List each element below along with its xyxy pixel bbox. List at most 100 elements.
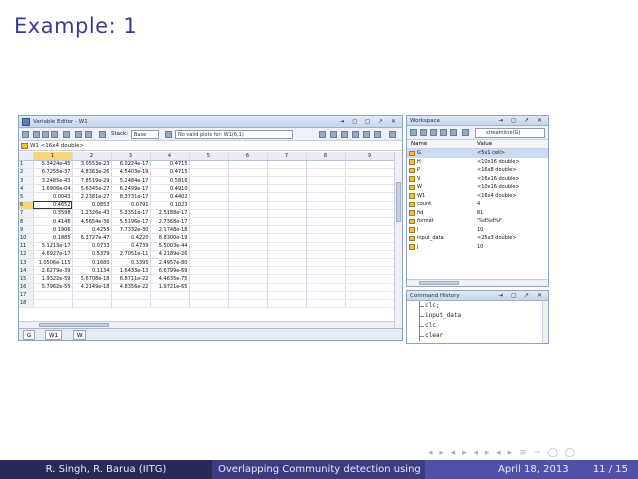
grid-cell[interactable] (189, 299, 229, 309)
grid-cell[interactable] (306, 168, 346, 178)
grid-cell[interactable] (267, 283, 307, 292)
grid-cell[interactable] (228, 274, 268, 284)
row-header[interactable]: 10 (19, 233, 34, 243)
vertical-scrollbar[interactable] (394, 152, 402, 330)
grid-cell[interactable]: 4.8356e-22 (111, 283, 151, 292)
grid-cell[interactable] (189, 192, 229, 202)
grid-cell[interactable] (306, 225, 346, 235)
grid-cell[interactable]: 0.3598 (33, 209, 73, 219)
grid-cell[interactable]: 5.5196e-17 (111, 217, 151, 227)
cut-icon[interactable] (33, 131, 40, 138)
grid-cell[interactable] (189, 258, 229, 268)
row-header[interactable]: 16 (19, 283, 34, 292)
grid-cell[interactable] (267, 242, 307, 251)
grid-cell[interactable] (189, 225, 229, 235)
grid-cell[interactable]: 0.0791 (111, 201, 151, 210)
grid-cell[interactable]: 0.1023 (150, 201, 190, 210)
grid-cell[interactable] (228, 258, 268, 268)
row-header[interactable]: 1 (19, 160, 34, 169)
grid-cell[interactable]: 4.5403e-19 (111, 168, 151, 178)
grid-cell[interactable] (228, 266, 268, 276)
new-variable-icon[interactable] (22, 131, 29, 138)
delete-icon[interactable] (75, 131, 82, 138)
grid-cell[interactable] (345, 266, 395, 276)
row-header[interactable]: 7 (19, 209, 34, 219)
grid-cell[interactable]: 0.5816 (150, 176, 190, 186)
grid-cell[interactable] (189, 274, 229, 284)
grid-cell[interactable]: 4.2149e-18 (72, 283, 112, 292)
grid-cell[interactable] (345, 209, 395, 219)
grid-cell[interactable] (267, 176, 307, 186)
row-header[interactable]: 9 (19, 225, 34, 235)
grid-cell[interactable]: 6.6799e-69 (150, 266, 190, 276)
grid-cell[interactable] (267, 274, 307, 284)
grid-cell[interactable]: 1.6433e-13 (111, 266, 151, 276)
grid-cell[interactable] (228, 201, 268, 210)
close-icon[interactable] (389, 131, 396, 138)
grid-cell[interactable]: 0.4715 (150, 160, 190, 169)
workspace-variable-row[interactable]: H <10x16 double> (407, 158, 548, 167)
workspace-variable-row[interactable]: P <16x8 double> (407, 166, 548, 175)
grid-cell[interactable]: 3.0553e-23 (72, 160, 112, 169)
grid-cell[interactable]: 6.3727e-47 (72, 233, 112, 243)
grid-cell[interactable] (306, 209, 346, 219)
grid-cell[interactable] (189, 242, 229, 251)
grid-cell[interactable] (150, 291, 190, 300)
scroll-thumb[interactable] (419, 281, 459, 285)
save-icon[interactable] (430, 129, 437, 136)
grid-cell[interactable] (228, 168, 268, 178)
row-header[interactable]: 2 (19, 168, 34, 178)
grid-cell[interactable]: 0.5379 (72, 250, 112, 259)
beamer-navigation[interactable]: ◂ ▸ ◂ ▸ ◂ ▸ ◂ ▸ ≡ ∽ ◯ ◯ (428, 448, 577, 458)
variable-grid[interactable]: 1 2 3 4 5 6 7 8 9 1 5.3424e-45 3.0553e-23 6.0224e-17… (19, 152, 402, 330)
grid-cell[interactable]: 2.4957e-80 (150, 258, 190, 268)
row-header[interactable]: 3 (19, 176, 34, 186)
window-control-buttons[interactable]: ⇥ ◻ ↗ ✕ (498, 291, 545, 301)
history-entry[interactable]: clc; (407, 301, 548, 311)
copy-icon[interactable] (42, 131, 49, 138)
grid-cell[interactable]: 8.8300e-19 (150, 233, 190, 243)
grid-cell[interactable] (228, 176, 268, 186)
edit-icon[interactable] (85, 131, 92, 138)
grid-cell[interactable] (267, 160, 307, 169)
column-header[interactable]: 8 (306, 152, 346, 161)
grid-cell[interactable]: 5.7962e-55 (33, 283, 73, 292)
delete-icon[interactable] (462, 129, 469, 136)
grid-cell[interactable]: 2.6279e-39 (33, 266, 73, 276)
workspace-variable-row[interactable]: W <10x16 double> (407, 183, 548, 192)
grid-cell[interactable] (33, 299, 73, 309)
grid-cell[interactable]: 5.3424e-45 (33, 160, 73, 169)
grid-cell[interactable] (306, 233, 346, 243)
grid-cell[interactable] (345, 201, 395, 210)
grid-cell[interactable]: 0.4739 (111, 242, 151, 251)
undock-icon[interactable] (374, 131, 381, 138)
column-header[interactable]: 6 (228, 152, 268, 161)
grid-cell[interactable] (189, 266, 229, 276)
grid-cell[interactable]: 6.0224e-17 (111, 160, 151, 169)
print-icon[interactable] (63, 131, 70, 138)
grid-cell[interactable]: 0.3395 (111, 258, 151, 268)
grid-cell[interactable] (228, 283, 268, 292)
grid-cell[interactable] (228, 242, 268, 251)
grid-cell[interactable] (228, 184, 268, 194)
grid-cell[interactable]: 1.9721e-65 (150, 283, 190, 292)
grid-cell[interactable] (189, 233, 229, 243)
grid-cell[interactable] (228, 299, 268, 309)
grid-cell[interactable] (306, 184, 346, 194)
column-header[interactable]: 1 (33, 152, 73, 161)
grid-cell[interactable] (228, 225, 268, 235)
column-header[interactable]: 9 (345, 152, 395, 161)
workspace-variable-row[interactable]: input_data <25x3 double> (407, 234, 548, 243)
plot-selector[interactable]: No valid plots for: W1(6,1) (175, 130, 293, 139)
grid-cell[interactable] (267, 250, 307, 259)
row-header[interactable]: 6 (19, 201, 34, 210)
column-header[interactable]: 3 (111, 152, 151, 161)
grid-cell[interactable]: 2.7368e-17 (150, 217, 190, 227)
grid-cell[interactable] (267, 233, 307, 243)
row-header[interactable]: 17 (19, 291, 34, 300)
column-header[interactable]: 2 (72, 152, 112, 161)
tile-icon[interactable] (319, 131, 326, 138)
grid-cell[interactable]: 0.0733 (72, 242, 112, 251)
scroll-thumb[interactable] (396, 182, 401, 222)
history-entry[interactable]: clc (407, 321, 548, 331)
